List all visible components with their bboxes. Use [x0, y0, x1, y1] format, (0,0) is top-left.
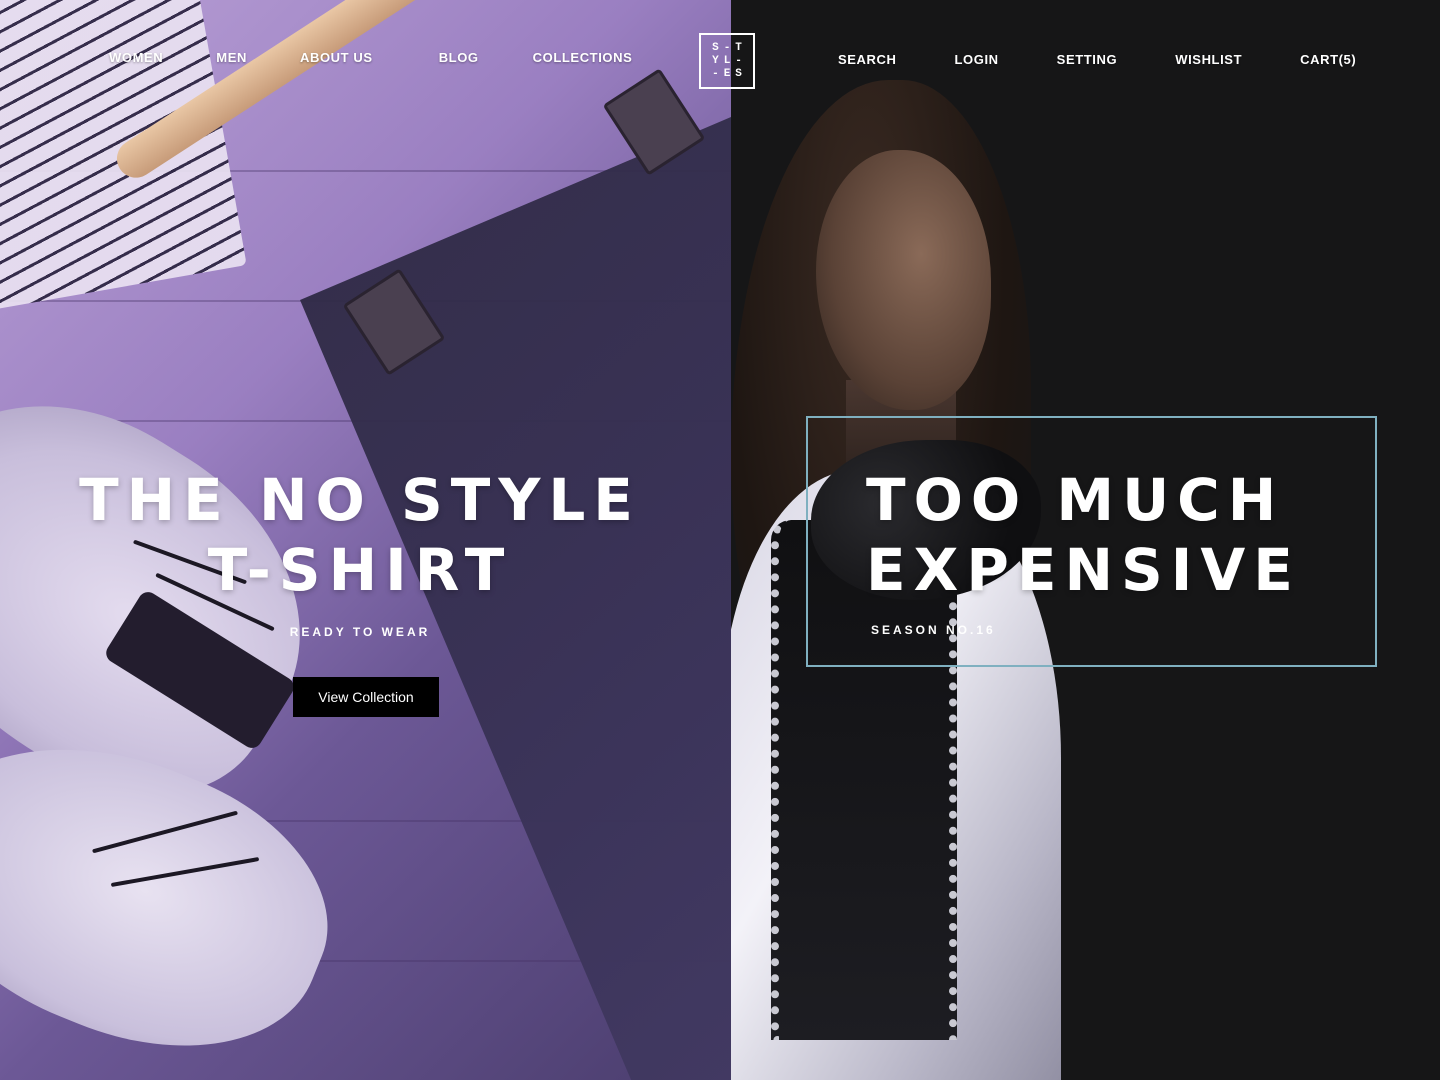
nav-collections[interactable]: COLLECTIONS — [533, 50, 633, 65]
logo-line: -ES — [712, 67, 747, 80]
nav-women[interactable]: WOMEN — [109, 50, 163, 65]
brand-logo[interactable]: S-T YL- -ES — [699, 33, 755, 89]
nav-cart[interactable]: CART(5) — [1300, 52, 1356, 67]
nav-blog[interactable]: BLOG — [439, 50, 479, 65]
view-collection-button[interactable]: View Collection — [293, 677, 439, 717]
hero-left-content: THE NO STYLE T-SHIRT READY TO WEAR — [60, 465, 660, 639]
hero-right-title-line: TOO MUCH — [866, 466, 1285, 534]
hero-left-title: THE NO STYLE T-SHIRT — [60, 465, 660, 605]
logo-line: YL- — [712, 54, 747, 67]
hero-right-content: TOO MUCH EXPENSIVE SEASON NO.16 — [866, 465, 1386, 637]
nav-setting[interactable]: SETTING — [1057, 52, 1118, 67]
hero-left-title-line: T-SHIRT — [207, 536, 513, 604]
logo-line: S-T — [712, 41, 747, 54]
primary-nav-right: SEARCH LOGIN SETTING WISHLIST CART(5) — [838, 52, 1356, 67]
hero-left-title-line: THE NO STYLE — [79, 466, 641, 534]
nav-login[interactable]: LOGIN — [955, 52, 999, 67]
nav-search[interactable]: SEARCH — [838, 52, 897, 67]
nav-men[interactable]: MEN — [216, 50, 247, 65]
hero-left-subtitle: READY TO WEAR — [289, 625, 431, 639]
nav-about-us[interactable]: ABOUT US — [300, 50, 373, 65]
hero-right-title-line: EXPENSIVE — [866, 536, 1301, 604]
season-label: SEASON NO.16 — [871, 623, 996, 637]
primary-nav-left: WOMEN MEN ABOUT US BLOG COLLECTIONS — [109, 50, 685, 65]
nav-wishlist[interactable]: WISHLIST — [1175, 52, 1242, 67]
hero-right-title: TOO MUCH EXPENSIVE — [866, 465, 1386, 605]
